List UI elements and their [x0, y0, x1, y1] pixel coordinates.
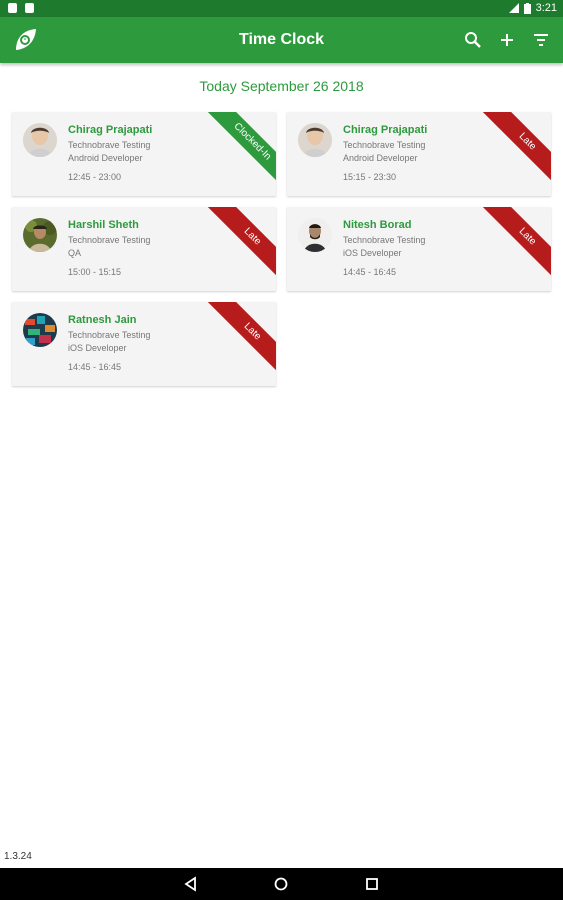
- battery-icon: [523, 2, 531, 14]
- status-ribbon: Late: [202, 302, 276, 382]
- avatar-image: [298, 218, 332, 252]
- shift-time: 15:00 - 15:15: [68, 267, 122, 277]
- employee-company: Technobrave Testing: [343, 235, 426, 245]
- status-bar: 3:21: [0, 0, 563, 17]
- avatar: [298, 218, 332, 252]
- avatar-image: [298, 123, 332, 157]
- status-ribbon: Late: [477, 112, 551, 192]
- shift-time: 12:45 - 23:00: [68, 172, 122, 182]
- employee-name: Nitesh Borad: [343, 219, 412, 231]
- app-bar: Time Clock: [0, 17, 563, 63]
- avatar: [23, 218, 57, 252]
- date-header: Today September 26 2018: [199, 78, 364, 94]
- filter-icon[interactable]: [530, 29, 552, 51]
- avatar: [23, 123, 57, 157]
- employee-company: Technobrave Testing: [343, 140, 426, 150]
- add-icon[interactable]: [496, 29, 518, 51]
- back-icon[interactable]: [183, 876, 199, 892]
- android-icon: [25, 3, 34, 13]
- shift-time: 14:45 - 16:45: [343, 267, 397, 277]
- recents-icon[interactable]: [364, 876, 380, 892]
- employee-card[interactable]: Chirag Prajapati Technobrave Testing And…: [12, 112, 276, 196]
- employee-role: iOS Developer: [343, 248, 402, 258]
- employee-name: Chirag Prajapati: [68, 124, 153, 136]
- avatar-image: [23, 218, 57, 252]
- status-ribbon: Clocked-In: [202, 112, 276, 192]
- navigation-bar: [0, 868, 563, 900]
- shift-time: 14:45 - 16:45: [68, 362, 122, 372]
- home-icon[interactable]: [273, 876, 289, 892]
- employee-company: Technobrave Testing: [68, 235, 151, 245]
- status-right: 3:21: [508, 2, 557, 14]
- employee-card[interactable]: Ratnesh Jain Technobrave Testing iOS Dev…: [12, 302, 276, 386]
- employee-role: Android Developer: [343, 153, 418, 163]
- employee-company: Technobrave Testing: [68, 140, 151, 150]
- avatar-image: [23, 123, 57, 157]
- search-icon[interactable]: [462, 29, 484, 51]
- avatar-image: [23, 313, 57, 347]
- app-version: 1.3.24: [4, 851, 32, 862]
- employee-role: QA: [68, 248, 82, 258]
- employee-name: Harshil Sheth: [68, 219, 139, 231]
- notification-icons: [8, 3, 34, 13]
- status-ribbon: Late: [202, 207, 276, 287]
- employee-name: Ratnesh Jain: [68, 314, 137, 326]
- status-time: 3:21: [535, 2, 557, 14]
- employee-name: Chirag Prajapati: [343, 124, 428, 136]
- employee-card[interactable]: Harshil Sheth Technobrave Testing QA 15:…: [12, 207, 276, 291]
- employee-role: iOS Developer: [68, 343, 127, 353]
- employee-card[interactable]: Nitesh Borad Technobrave Testing iOS Dev…: [287, 207, 551, 291]
- shift-time: 15:15 - 23:30: [343, 172, 397, 182]
- notification-icon: [8, 3, 17, 13]
- employee-company: Technobrave Testing: [68, 330, 151, 340]
- status-ribbon: Late: [477, 207, 551, 287]
- avatar: [23, 313, 57, 347]
- employee-card[interactable]: Chirag Prajapati Technobrave Testing And…: [287, 112, 551, 196]
- employee-role: Android Developer: [68, 153, 143, 163]
- avatar: [298, 123, 332, 157]
- signal-icon: [508, 3, 519, 13]
